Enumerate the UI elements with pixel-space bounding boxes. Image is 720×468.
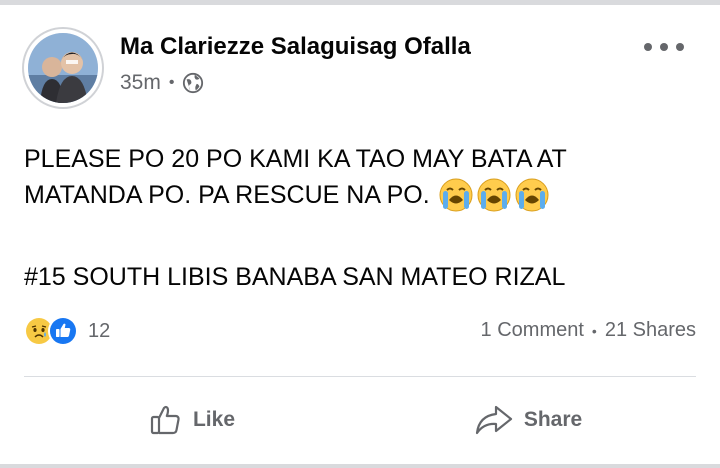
timestamp[interactable]: 35m [120,71,161,95]
post-text: PLEASE PO 20 PO KAMI KA TAO MAY BATA AT … [24,141,684,295]
action-bar: Like Share [24,385,696,455]
post-text-line: MATANDA PO. PA RESCUE NA PO. [24,181,430,209]
post-meta: 35m • [120,71,204,95]
divider [24,376,696,377]
like-reaction-icon [48,316,78,346]
stats-separator: • [591,322,597,339]
comments-link[interactable]: 1 Comment [481,319,584,342]
more-dot [644,43,652,51]
avatar[interactable] [24,29,102,107]
more-dot [660,43,668,51]
engagement-stats: 1 Comment • 21 Shares [481,319,696,342]
like-label: Like [192,408,236,431]
author-name[interactable]: Ma Clariezze Salaguisag Ofalla [120,33,471,61]
globe-icon[interactable] [182,72,204,94]
reaction-count: 12 [88,319,111,342]
emoji-group [438,177,550,213]
shares-link[interactable]: 21 Shares [605,319,696,342]
meta-separator: • [168,74,175,91]
thumbs-up-icon [150,405,180,435]
post-text-line-with-emojis: MATANDA PO. PA RESCUE NA PO. [24,177,684,213]
crying-face-icon [477,178,511,212]
crying-face-icon [439,178,473,212]
bottom-frame-border [0,464,720,468]
post-text-line: PLEASE PO 20 PO KAMI KA TAO MAY BATA AT [24,145,567,173]
more-options-icon[interactable] [644,35,684,59]
avatar-photo [28,33,98,103]
post-text-line: #15 SOUTH LIBIS BANABA SAN MATEO RIZAL [24,263,566,291]
more-dot [676,43,684,51]
crying-face-icon [515,178,549,212]
share-button[interactable]: Share [360,385,696,455]
reactions-summary[interactable]: 12 [24,316,110,346]
share-label: Share [523,408,583,431]
post-card: Ma Clariezze Salaguisag Ofalla 35m • PLE… [0,5,720,464]
like-button[interactable]: Like [24,385,360,455]
share-arrow-icon [475,405,512,435]
